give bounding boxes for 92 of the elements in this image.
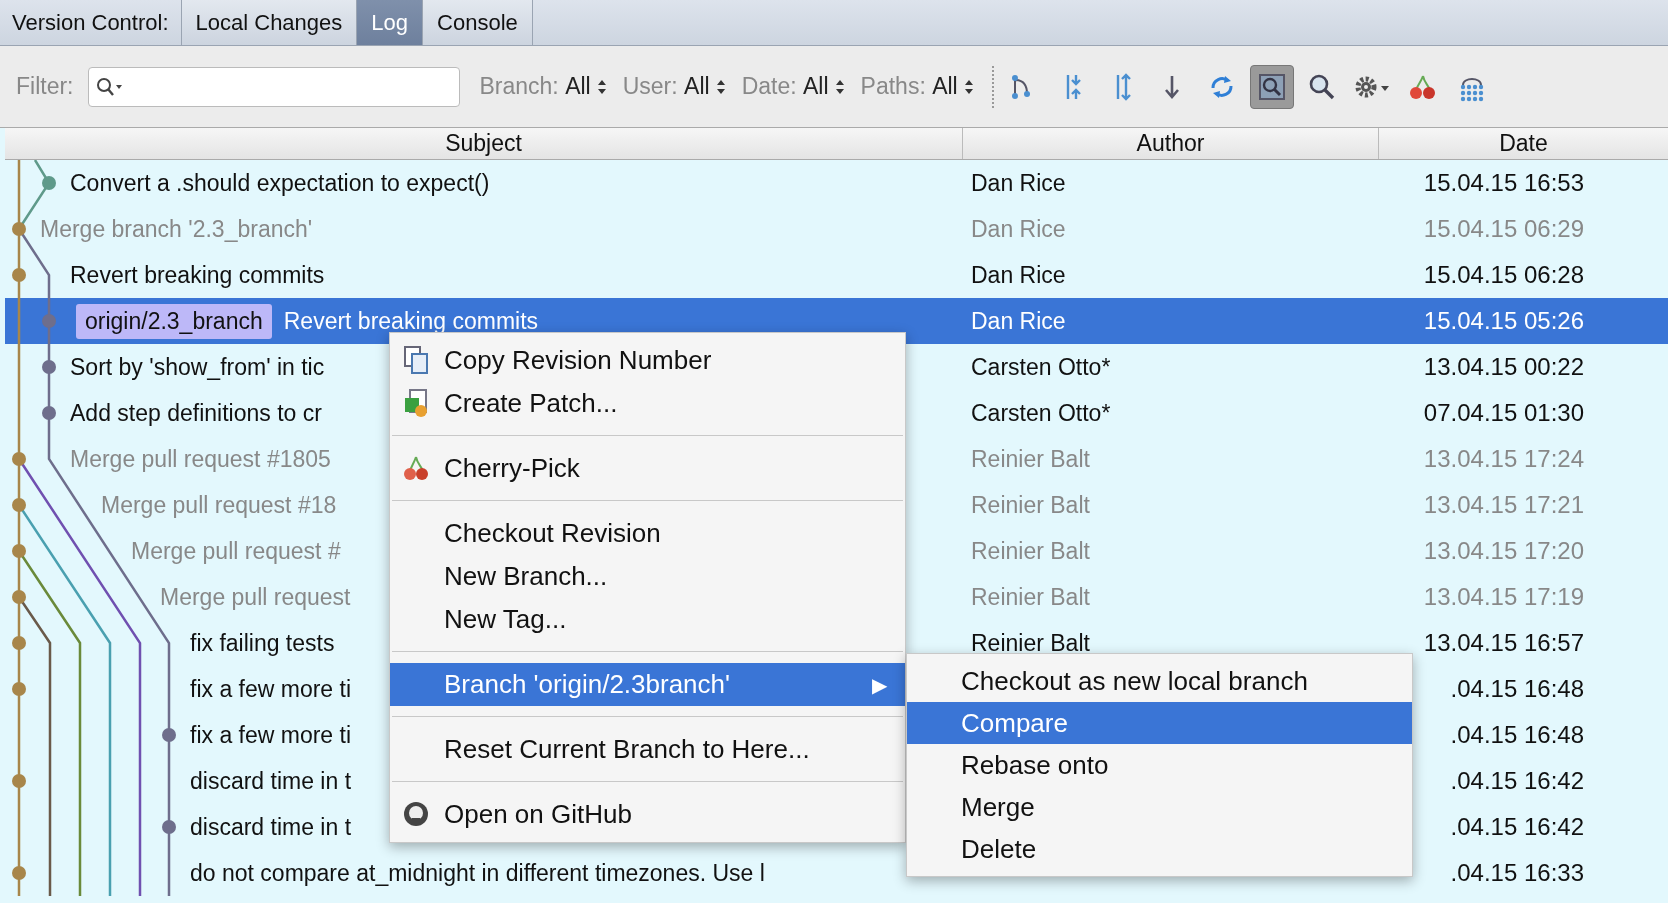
filter-dropdown[interactable]: User: All <box>622 73 726 100</box>
patch-icon <box>402 388 430 418</box>
commit-subject: Merge pull request #18 <box>101 491 337 519</box>
commit-node <box>12 590 26 604</box>
menu-item[interactable]: Delete <box>907 828 1412 870</box>
commit-subject: Convert a .should expectation to expect() <box>70 169 490 197</box>
filter-field[interactable] <box>87 66 460 107</box>
commit-subject: Merge pull request #1805 <box>70 445 331 473</box>
date-cell: 07.04.15 01:30 <box>1423 399 1584 426</box>
commit-subject: fix failing tests <box>190 629 335 657</box>
author-cell: Reinier Balt <box>971 491 1090 518</box>
commit-node <box>42 176 56 190</box>
author-cell: Carsten Otto* <box>971 353 1111 380</box>
commit-subject: Add step definitions to cr <box>70 399 322 427</box>
column-header[interactable]: Author <box>963 128 1379 159</box>
date-cell: 13.04.15 17:19 <box>1423 583 1584 610</box>
commit-node <box>42 406 56 420</box>
author-cell: Carsten Otto* <box>971 399 1111 426</box>
date-cell: 15.04.15 05:26 <box>1423 307 1584 334</box>
author-cell: Dan Rice <box>971 215 1066 242</box>
date-cell: 15.04.15 06:29 <box>1423 215 1584 242</box>
tab[interactable]: Local Changes <box>181 0 358 45</box>
author-cell: Reinier Balt <box>971 629 1090 656</box>
author-cell: Dan Rice <box>971 307 1066 334</box>
date-cell: 13.04.15 17:21 <box>1423 491 1584 518</box>
commit-node <box>162 820 176 834</box>
toolbar-button[interactable] <box>1249 64 1294 109</box>
commit-subject: fix a few more ti <box>190 675 352 703</box>
commit-subject: Revert breaking commits <box>70 261 325 289</box>
commit-node <box>42 314 56 328</box>
highlight-icon <box>1256 71 1287 102</box>
date-cell: 13.04.15 17:24 <box>1423 445 1584 472</box>
date-cell: .04.15 16:33 <box>1450 859 1584 886</box>
filter-dropdown[interactable]: Branch: All <box>479 73 607 100</box>
author-cell: Dan Rice <box>971 261 1066 288</box>
filter-dropdown[interactable]: Date: All <box>741 73 845 100</box>
selected-row[interactable]: origin/2.3_branch Revert breaking commits Dan Rice 15.04.15 05:26 <box>5 298 1668 344</box>
commit-node <box>12 222 26 236</box>
date-cell: .04.15 16:42 <box>1450 767 1584 794</box>
tab[interactable]: Console <box>423 0 533 45</box>
branch-label: origin/2.3_branch <box>76 303 272 339</box>
date-cell: 15.04.15 06:28 <box>1423 261 1584 288</box>
commit-subject: discard time in t <box>190 813 352 841</box>
author-cell: Dan Rice <box>971 169 1066 196</box>
menu-item[interactable]: Rebase onto <box>907 744 1412 786</box>
date-cell: .04.15 16:48 <box>1450 675 1584 702</box>
menu-item[interactable]: New Tag... <box>390 598 905 641</box>
menu-item[interactable]: Create Patch... <box>390 382 905 425</box>
commit-node <box>12 268 26 282</box>
commit-node <box>12 866 26 880</box>
date-cell: .04.15 16:48 <box>1450 721 1584 748</box>
menu-item[interactable]: Reset Current Branch to Here... <box>390 728 905 771</box>
filter-label: Filter: <box>16 73 74 100</box>
menu-item[interactable]: Open on GitHub <box>390 793 905 836</box>
commit-node <box>12 544 26 558</box>
author-cell: Reinier Balt <box>971 445 1090 472</box>
menu-item[interactable]: Cherry-Pick <box>390 447 905 490</box>
date-cell: 13.04.15 16:57 <box>1423 629 1584 656</box>
commit-node <box>12 636 26 650</box>
menu-item[interactable]: Compare <box>907 702 1412 744</box>
tab[interactable]: Log <box>357 0 424 45</box>
commit-subject: Sort by 'show_from' in tic <box>70 353 325 381</box>
date-cell: 15.04.15 16:53 <box>1423 169 1584 196</box>
tool-window-label: Version Control: <box>0 0 182 45</box>
menu-item[interactable]: Branch 'origin/2.3branch' ▶ <box>390 663 905 706</box>
commit-subject: do not compare at_midnight in different timezones. Use l <box>190 859 765 887</box>
commit-node <box>12 498 26 512</box>
search-icon <box>94 75 125 98</box>
date-cell: 13.04.15 17:20 <box>1423 537 1584 564</box>
commit-subject: discard time in t <box>190 767 352 795</box>
commit-node <box>162 728 176 742</box>
date-cell: 13.04.15 00:22 <box>1423 353 1584 380</box>
commit-subject: Merge pull request # <box>131 537 341 565</box>
menu-item[interactable]: Merge <box>907 786 1412 828</box>
filter-dropdown[interactable]: Paths: All <box>860 73 974 100</box>
menu-item[interactable]: Checkout as new local branch <box>907 660 1412 702</box>
commit-node <box>12 682 26 696</box>
commit-subject: Revert breaking commits <box>283 307 539 335</box>
commit-node <box>42 360 56 374</box>
commit-subject: fix a few more ti <box>190 721 352 749</box>
commit-node <box>12 452 26 466</box>
commit-subject: Merge pull request <box>160 583 351 611</box>
author-cell: Reinier Balt <box>971 537 1090 564</box>
column-header[interactable]: Date <box>1379 128 1668 159</box>
commit-subject: Merge branch '2.3_branch' <box>40 215 313 243</box>
commit-node <box>12 774 26 788</box>
author-cell: Reinier Balt <box>971 583 1090 610</box>
date-cell: .04.15 16:42 <box>1450 813 1584 840</box>
menu-item[interactable]: Checkout Revision <box>390 512 905 555</box>
column-header[interactable]: Subject <box>5 128 963 159</box>
menu-item[interactable]: New Branch... <box>390 555 905 598</box>
copy-icon <box>402 345 430 375</box>
